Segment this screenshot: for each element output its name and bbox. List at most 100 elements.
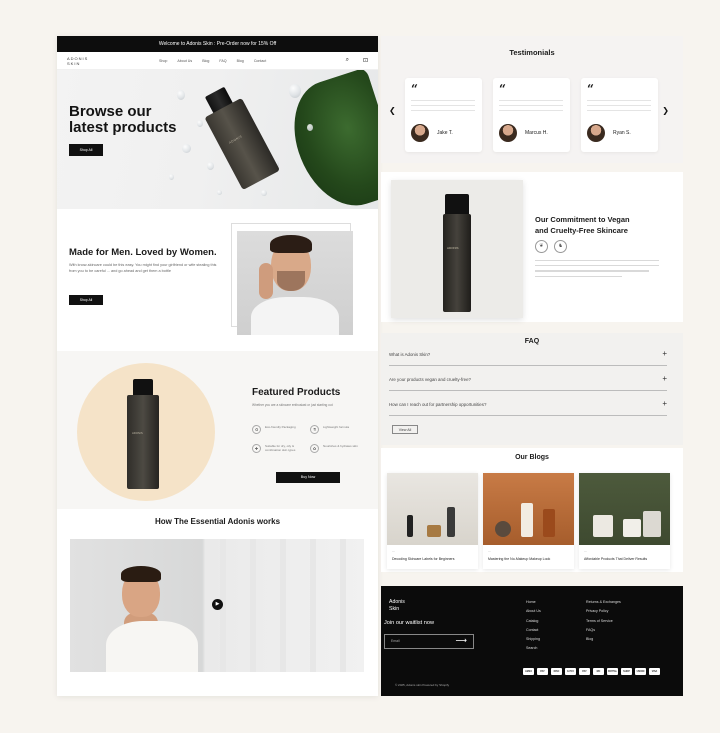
hero-shop-button[interactable]: Shop All xyxy=(69,144,103,156)
testimonial-author: Jake T. xyxy=(437,130,453,136)
footer-link[interactable]: FAQs xyxy=(586,628,621,632)
video-thumbnail[interactable]: ▶ xyxy=(70,539,364,672)
bottle-body xyxy=(204,97,281,191)
towel-shape xyxy=(106,621,198,672)
beard-shape xyxy=(277,271,305,291)
vegan-title: Our Commitment to Vegan and Cruelty-Free… xyxy=(535,214,665,236)
nav-link-contact[interactable]: Contact xyxy=(254,59,266,63)
copyright-text: © 2025, Adonis skin Powered by Shopify xyxy=(395,683,450,687)
blogs-title: Our Blogs xyxy=(515,454,549,461)
footer-link[interactable]: Catalog xyxy=(526,619,541,623)
feature-item: ⚗ Lightweight formula xyxy=(310,425,362,434)
footer-link[interactable]: About Us xyxy=(526,609,541,613)
vegan-leaf-icon: ❦ xyxy=(535,240,548,253)
plus-icon[interactable]: + xyxy=(662,349,667,358)
blog-date-line: — xyxy=(584,549,587,553)
faq-item[interactable]: Are your products vegan and cruelty-free… xyxy=(389,369,667,391)
footer-link[interactable]: Contact xyxy=(526,628,541,632)
cart-icon[interactable]: ⊡ xyxy=(363,57,368,64)
product-shape xyxy=(407,515,413,537)
testimonial-author: Marcus H. xyxy=(525,130,548,136)
blog-date-line: — xyxy=(392,549,395,553)
product-shape xyxy=(521,503,533,537)
footer-link[interactable]: Terms of Service xyxy=(586,619,621,623)
product-shape xyxy=(447,507,455,537)
chevron-right-icon[interactable]: ❯ xyxy=(662,106,669,115)
quote-icon: “ xyxy=(499,82,506,96)
blog-date-line: — xyxy=(488,549,491,553)
footer-link[interactable]: Home xyxy=(526,600,541,604)
nav-link-shop[interactable]: Shop xyxy=(159,59,167,63)
email-field[interactable]: Email ⟶ xyxy=(384,634,474,649)
curtain-fold xyxy=(340,539,346,672)
arrow-right-icon[interactable]: ⟶ xyxy=(456,636,467,645)
footer-links-col-1: Home About Us Catalog Contact Shipping S… xyxy=(526,600,541,650)
works-title: How The Essential Adonis works xyxy=(154,517,281,526)
product-shape xyxy=(495,521,511,537)
blogs-section: Our Blogs — Decoding Skincare Labels for… xyxy=(381,448,683,572)
apple-pay-icon: PAY xyxy=(537,668,548,675)
showcase-canvas: Welcome to Adonis Skin : Pre-Order now f… xyxy=(0,0,720,733)
testimonial-text-lines xyxy=(411,100,475,115)
nav-link-blog-2[interactable]: Blog xyxy=(237,59,244,63)
blog-title: Affordable Products That Deliver Results xyxy=(584,557,648,561)
footer-link[interactable]: Shipping xyxy=(526,637,541,641)
search-icon[interactable]: ⌕ xyxy=(346,57,349,64)
curtain-fold xyxy=(250,539,256,672)
amex-icon: AMEX xyxy=(523,668,534,675)
play-icon[interactable]: ▶ xyxy=(212,599,223,610)
brand-logo[interactable]: ADONIS SKIN xyxy=(67,56,97,66)
testimonial-card: “ Jake T. xyxy=(405,78,482,152)
nav-link-blog[interactable]: Blog xyxy=(202,59,209,63)
faq-item[interactable]: How can I reach out for partnership oppo… xyxy=(389,394,667,416)
blog-card[interactable]: — Decoding Skincare Labels for Beginners xyxy=(387,473,478,569)
featured-product-bottle[interactable]: ADONIS xyxy=(127,379,159,489)
testimonial-card: “ Marcus H. xyxy=(493,78,570,152)
made-for-men-section: Made for Men. Loved by Women. With know-… xyxy=(57,209,378,351)
faq-item[interactable]: What is Adonis Skin? + xyxy=(389,344,667,366)
blog-image xyxy=(483,473,574,545)
blog-image xyxy=(579,473,670,545)
testimonial-card: “ Ryan S. xyxy=(581,78,658,152)
blog-card[interactable]: — Mastering the No-Makeup Makeup Look xyxy=(483,473,574,569)
made-title: Made for Men. Loved by Women. xyxy=(69,247,217,258)
avatar xyxy=(587,124,605,142)
nav-link-faq[interactable]: FAQ xyxy=(219,59,226,63)
buy-now-button[interactable]: Buy Now xyxy=(276,472,340,483)
footer-brand[interactable]: Adonis Skin xyxy=(389,599,405,613)
testimonials-title: Testimonials xyxy=(509,48,555,57)
testimonial-text-lines xyxy=(587,100,651,115)
cruelty-free-bunny-icon: ♞ xyxy=(554,240,567,253)
google-pay-icon: G PAY xyxy=(565,668,576,675)
waitlist-heading: Join our waitlist now xyxy=(384,620,435,626)
water-drop xyxy=(207,162,214,170)
water-drop xyxy=(307,124,313,131)
feature-list: ♻ Eco-friendly Packaging ⚗ Lightweight for… xyxy=(252,425,362,453)
nav-link-about[interactable]: About Us xyxy=(177,59,192,63)
view-all-faq-button[interactable]: View All xyxy=(392,425,418,434)
water-drop xyxy=(289,84,301,98)
water-drop xyxy=(177,90,185,100)
footer-link[interactable]: Returns & Exchanges xyxy=(586,600,621,604)
blog-card[interactable]: — Affordable Products That Deliver Resul… xyxy=(579,473,670,569)
footer-link[interactable]: Search xyxy=(526,646,541,650)
testimonial-text-lines xyxy=(499,100,563,115)
faq-question: What is Adonis Skin? xyxy=(389,352,431,357)
plus-icon[interactable]: + xyxy=(662,374,667,383)
avatar xyxy=(499,124,517,142)
site-footer: Adonis Skin Join our waitlist now Email … xyxy=(381,586,683,696)
plus-icon[interactable]: + xyxy=(662,399,667,408)
footer-links-col-2: Returns & Exchanges Privacy Policy Terms… xyxy=(586,600,621,641)
chevron-left-icon[interactable]: ❮ xyxy=(389,106,396,115)
featured-title: Featured Products xyxy=(252,387,341,398)
feature-text: Suitable for dry, oily & combination ski… xyxy=(265,444,296,452)
feature-item: ♻ Eco-friendly Packaging xyxy=(252,425,304,434)
blog-title: Mastering the No-Makeup Makeup Look xyxy=(488,557,551,561)
avatar xyxy=(411,124,429,142)
footer-link[interactable]: Privacy Policy xyxy=(586,609,621,613)
footer-link[interactable]: Blog xyxy=(586,637,621,641)
shirt-shape xyxy=(251,297,339,335)
made-shop-button[interactable]: Shop All xyxy=(69,295,103,305)
bottle-cap xyxy=(445,194,469,216)
testimonial-author: Ryan S. xyxy=(613,130,631,136)
